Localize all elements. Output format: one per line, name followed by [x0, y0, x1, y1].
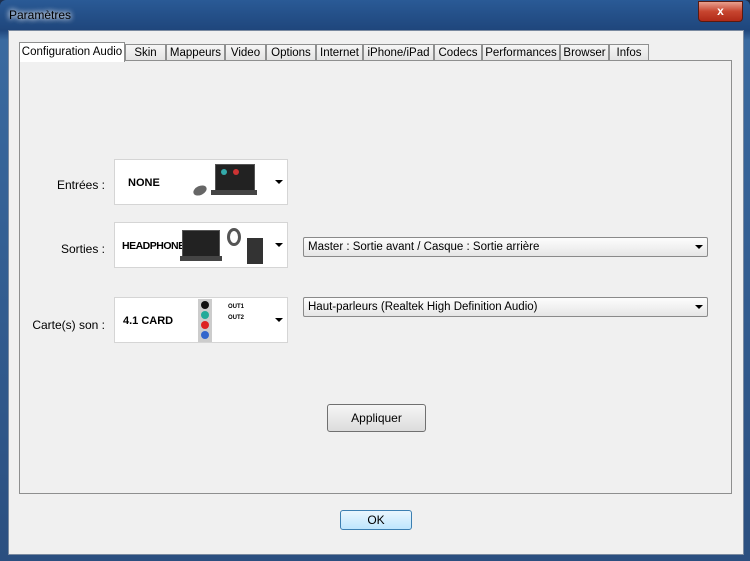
window-title: Paramètres [9, 8, 72, 22]
tab-mappeurs[interactable]: Mappeurs [166, 44, 225, 61]
laptop-headphones-speaker-icon [180, 226, 280, 266]
outputs-mode-value: Master : Sortie avant / Casque : Sortie … [308, 241, 540, 253]
chevron-down-icon [695, 245, 703, 249]
outputs-selector[interactable]: HEADPHONES [114, 222, 288, 268]
soundcard-image-text: 4.1 CARD [123, 315, 174, 327]
tab-internet[interactable]: Internet [316, 44, 363, 61]
audio-jacks-icon [198, 299, 212, 342]
dialog-client: Configuration Audio Skin Mappeurs Video … [8, 30, 744, 555]
tab-video[interactable]: Video [225, 44, 266, 61]
inputs-label: Entrées : [56, 178, 105, 192]
tab-iphone-ipad[interactable]: iPhone/iPad [363, 44, 434, 61]
out1-label: OUT1 [228, 304, 245, 310]
soundcard-device-value: Haut-parleurs (Realtek High Definition A… [308, 301, 538, 313]
tab-infos[interactable]: Infos [609, 44, 649, 61]
inputs-selector[interactable]: NONE [114, 159, 288, 205]
tab-options[interactable]: Options [266, 44, 316, 61]
soundcard-device-select[interactable]: Haut-parleurs (Realtek High Definition A… [303, 297, 708, 317]
tab-browser[interactable]: Browser [560, 44, 609, 61]
outputs-mode-select[interactable]: Master : Sortie avant / Casque : Sortie … [303, 237, 708, 257]
tab-skin[interactable]: Skin [125, 44, 166, 61]
inputs-image-text: NONE [128, 177, 160, 189]
apply-button[interactable]: Appliquer [327, 404, 426, 432]
chevron-down-icon [275, 318, 283, 322]
soundcard-selector[interactable]: 4.1 CARD OUT1 OUT2 [114, 297, 288, 343]
ok-button[interactable]: OK [340, 510, 412, 530]
soundcard-label: Carte(s) son : [32, 318, 105, 332]
audio-config-panel: Entrées : NONE Sorties : HEADPHONES Mast… [19, 60, 732, 494]
chevron-down-icon [275, 180, 283, 184]
chevron-down-icon [695, 305, 703, 309]
chevron-down-icon [275, 243, 283, 247]
tab-codecs[interactable]: Codecs [434, 44, 482, 61]
out2-label: OUT2 [228, 315, 245, 321]
window-frame: Paramètres x Configuration Audio Skin Ma… [0, 0, 750, 561]
tab-configuration-audio[interactable]: Configuration Audio [19, 42, 125, 62]
laptop-mouse-icon [191, 164, 278, 202]
tab-performances[interactable]: Performances [482, 44, 560, 61]
outputs-label: Sorties : [60, 242, 105, 256]
close-button[interactable]: x [698, 1, 743, 22]
